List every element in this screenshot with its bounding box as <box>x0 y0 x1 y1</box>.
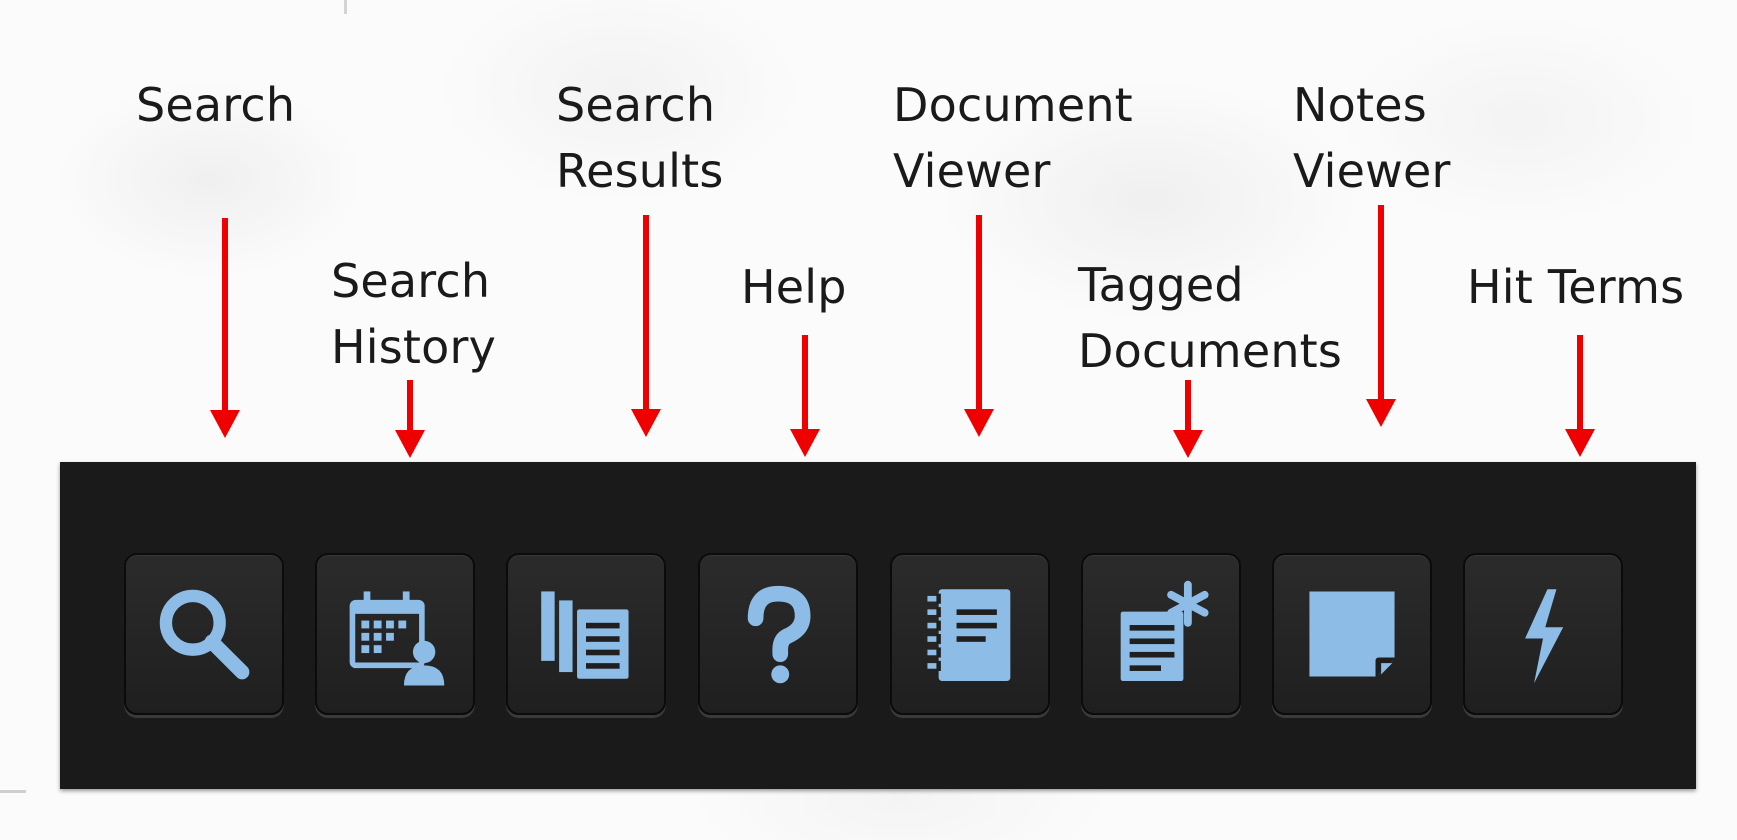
search-history-button[interactable] <box>315 553 475 715</box>
label-hit-terms: Hit Terms <box>1467 260 1685 314</box>
background-edge-mark <box>0 790 26 793</box>
callout-arrow-tagged-documents <box>1173 380 1203 458</box>
stacked-documents-icon <box>541 591 629 679</box>
label-notes-viewer: Notes Viewer <box>1293 78 1451 198</box>
callout-arrow-search-results <box>631 215 661 437</box>
notes-viewer-button[interactable] <box>1272 553 1432 715</box>
label-tagged-documents: Tagged Documents <box>1078 258 1343 378</box>
toolbar <box>60 462 1696 789</box>
help-button[interactable] <box>698 553 858 715</box>
document-viewer-button[interactable] <box>890 553 1050 715</box>
sticky-note-icon <box>1309 591 1395 677</box>
label-search-history: Search History <box>331 254 497 374</box>
hit-terms-button[interactable] <box>1463 553 1623 715</box>
background-edge-mark <box>344 0 347 14</box>
search-results-button[interactable] <box>506 553 666 715</box>
question-mark-icon <box>747 585 811 684</box>
search-icon <box>159 589 250 680</box>
tagged-document-icon <box>1120 580 1209 682</box>
tagged-documents-button[interactable] <box>1081 553 1241 715</box>
notebook-icon <box>927 589 1011 682</box>
callout-arrow-help <box>790 335 820 457</box>
search-button[interactable] <box>124 553 284 715</box>
lightning-icon <box>1525 589 1564 684</box>
callout-arrow-hit-terms <box>1565 335 1595 457</box>
calendar-user-icon <box>349 591 445 686</box>
label-search: Search <box>136 78 296 132</box>
label-search-results: Search Results <box>556 78 724 198</box>
label-help: Help <box>741 260 847 314</box>
label-document-viewer: Document Viewer <box>893 78 1133 198</box>
callout-arrow-document-viewer <box>964 215 994 437</box>
callout-arrow-search <box>210 218 240 438</box>
callout-arrow-notes-viewer <box>1366 205 1396 427</box>
callout-arrow-search-history <box>395 380 425 458</box>
